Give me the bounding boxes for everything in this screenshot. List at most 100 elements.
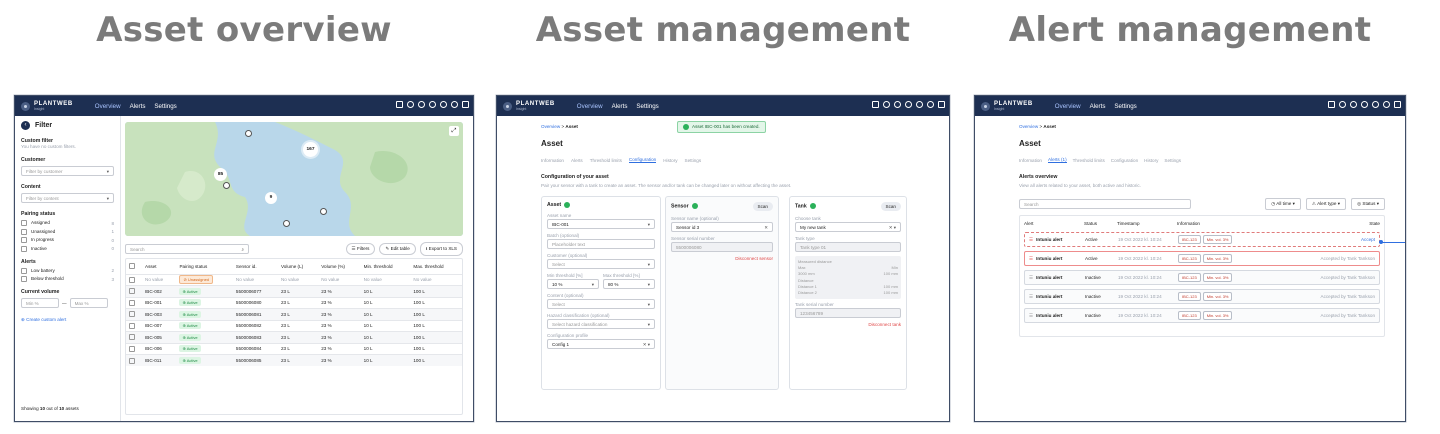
col-information[interactable]: Information: [1177, 221, 1317, 226]
breadcrumb-overview[interactable]: Overview: [541, 124, 560, 129]
table-row[interactable]: No value ⊘ Unassigned No value No value No v…: [126, 274, 462, 286]
home-icon[interactable]: [1328, 101, 1335, 108]
pairing-item[interactable]: Unassigned 1: [21, 228, 114, 235]
col-status[interactable]: Status: [1084, 221, 1117, 226]
table-row[interactable]: IBC-003 ⊕ Active 5500006081 23 L 23 % 10 L 100…: [126, 308, 462, 320]
bell-icon[interactable]: [440, 101, 447, 108]
clear-icon[interactable]: ✕: [764, 225, 768, 231]
tab-configuration[interactable]: Configuration: [1111, 158, 1138, 163]
checkbox[interactable]: [21, 220, 27, 226]
alert-row[interactable]: ☰ Intuniu alert Inactive 19 Oct 2022 kl. 10…: [1024, 270, 1380, 285]
map-pin-icon[interactable]: [223, 182, 230, 189]
bell-icon[interactable]: [1372, 101, 1379, 108]
hazard-select[interactable]: Select hazard classification ▾: [547, 319, 655, 329]
col-max-threshold[interactable]: Max. threshold: [410, 259, 462, 274]
home-icon[interactable]: [396, 101, 403, 108]
table-row[interactable]: IBC-001 ⊕ Active 5500006080 23 L 23 % 10 L 100…: [126, 297, 462, 309]
user-icon[interactable]: [451, 101, 458, 108]
content-select[interactable]: Filter by content ▾: [21, 193, 114, 203]
tab-configuration[interactable]: Configuration: [628, 157, 657, 163]
checkbox[interactable]: [21, 228, 27, 235]
alert-row[interactable]: ☰ Intuniu alert Active 19 Oct 2022 kl. 10:2…: [1024, 251, 1380, 266]
disconnect-tank-link[interactable]: Disconnect tank: [795, 322, 901, 327]
row-checkbox[interactable]: [129, 288, 135, 295]
max-threshold-select[interactable]: 80 % ▾: [603, 279, 655, 289]
tab-alerts[interactable]: Alerts: [571, 158, 583, 163]
table-row[interactable]: IBC-005 ⊕ Active 5500006083 23 L 23 % 10 L 100…: [126, 331, 462, 343]
col-min-threshold[interactable]: Min. threshold: [361, 259, 411, 274]
row-checkbox[interactable]: [129, 357, 135, 364]
nav-overview[interactable]: Overview: [1055, 103, 1081, 110]
tank-scan-button[interactable]: Scan: [880, 202, 901, 211]
tab-information[interactable]: Information: [541, 158, 564, 163]
customer-select[interactable]: Select ▾: [547, 259, 655, 269]
map-cluster-marker[interactable]: 167: [303, 142, 318, 157]
logout-icon[interactable]: [1394, 101, 1401, 108]
checkbox[interactable]: [21, 267, 27, 274]
wrench-icon[interactable]: [1361, 101, 1368, 108]
edit-table-button[interactable]: ✎ Edit table: [379, 243, 416, 255]
min-threshold-select[interactable]: 10 % ▾: [547, 279, 599, 289]
col-state[interactable]: State: [1317, 221, 1380, 226]
alert-row[interactable]: ☰ Intuniu alert Inactive 19 Oct 2022 kl. 10…: [1024, 289, 1380, 304]
select-all-checkbox[interactable]: [129, 263, 135, 270]
globe-icon[interactable]: [1350, 101, 1357, 108]
filter-type-button[interactable]: ⚠ Alert type ▾: [1305, 198, 1347, 210]
asset-map[interactable]: ⤢ 167 85 9: [125, 122, 463, 236]
app-logo[interactable]: PLANTWEB Insight: [21, 101, 73, 112]
info-icon[interactable]: [407, 101, 414, 108]
col-volume-pct[interactable]: Volume (%): [318, 259, 360, 274]
row-checkbox[interactable]: [129, 299, 135, 306]
tab-history[interactable]: History: [663, 158, 677, 163]
filter-status-button[interactable]: ◎ Status ▾: [1351, 198, 1385, 210]
asset-search-input[interactable]: Search ⌕: [125, 244, 249, 254]
globe-icon[interactable]: [418, 101, 425, 108]
globe-icon[interactable]: [894, 101, 901, 108]
app-logo[interactable]: PLANTWEB Insight: [981, 101, 1033, 112]
table-row[interactable]: IBC-006 ⊕ Active 5500006084 23 L 23 % 10 L 100…: [126, 343, 462, 355]
tab-settings[interactable]: Settings: [1164, 158, 1181, 163]
nav-settings[interactable]: Settings: [1114, 103, 1136, 110]
table-row[interactable]: IBC-011 ⊕ Active 5500006085 23 L 23 % 10 L 100…: [126, 354, 462, 366]
choose-tank-select[interactable]: My new tank ✕ ▾: [795, 222, 901, 232]
checkbox[interactable]: [21, 237, 27, 243]
nav-settings[interactable]: Settings: [154, 103, 176, 110]
tab-threshold-limits[interactable]: Threshold limits: [1073, 158, 1105, 163]
row-checkbox[interactable]: [129, 276, 135, 283]
filter-time-button[interactable]: ◷ All time ▾: [1265, 198, 1301, 210]
alert-row[interactable]: ☰ Intuniu alert Active 19 Oct 2022 kl. 10:2…: [1024, 232, 1380, 247]
min-volume-input[interactable]: Min %: [21, 298, 59, 308]
map-cluster-marker[interactable]: 85: [214, 168, 227, 181]
col-volume-l[interactable]: Volume (L): [278, 259, 318, 274]
home-icon[interactable]: [872, 101, 879, 108]
max-volume-input[interactable]: Max %: [69, 298, 108, 308]
col-timestamp[interactable]: Timestamp: [1117, 221, 1177, 226]
pairing-item[interactable]: Assigned 8: [21, 220, 114, 226]
col-alert[interactable]: Alert: [1024, 221, 1084, 226]
col-asset[interactable]: Asset: [142, 259, 176, 274]
breadcrumb-overview[interactable]: Overview: [1019, 124, 1038, 129]
filters-button[interactable]: ☰ Filters: [345, 243, 376, 255]
disconnect-sensor-link[interactable]: Disconnect sensor: [671, 256, 773, 261]
map-pin-icon[interactable]: [245, 130, 252, 137]
config-select[interactable]: Config 1 ✕ ▾: [547, 339, 655, 349]
map-pin-icon[interactable]: [283, 220, 290, 227]
tab-settings[interactable]: Settings: [685, 158, 702, 163]
checkbox[interactable]: [21, 245, 27, 252]
tab-information[interactable]: Information: [1019, 158, 1042, 163]
create-custom-alert-link[interactable]: ⊕ Create custom alert: [21, 317, 114, 323]
wrench-icon[interactable]: [905, 101, 912, 108]
row-checkbox[interactable]: [129, 311, 135, 318]
table-row[interactable]: IBC-007 ⊕ Active 5500006082 23 L 23 % 10 L 100…: [126, 320, 462, 332]
nav-alerts[interactable]: Alerts: [612, 103, 628, 110]
tab-history[interactable]: History: [1144, 158, 1158, 163]
customer-select[interactable]: Filter by customer ▾: [21, 166, 114, 176]
logout-icon[interactable]: [462, 101, 469, 108]
map-cluster-marker[interactable]: 9: [265, 192, 277, 204]
table-row[interactable]: IBC-002 ⊕ Active 5500006077 23 L 23 % 10 L 100…: [126, 285, 462, 297]
collapse-filter-icon[interactable]: ‹: [21, 121, 30, 130]
logout-icon[interactable]: [938, 101, 945, 108]
asset-name-select[interactable]: IBC-001 ▾: [547, 219, 655, 229]
map-pin-icon[interactable]: [320, 208, 327, 215]
user-icon[interactable]: [927, 101, 934, 108]
